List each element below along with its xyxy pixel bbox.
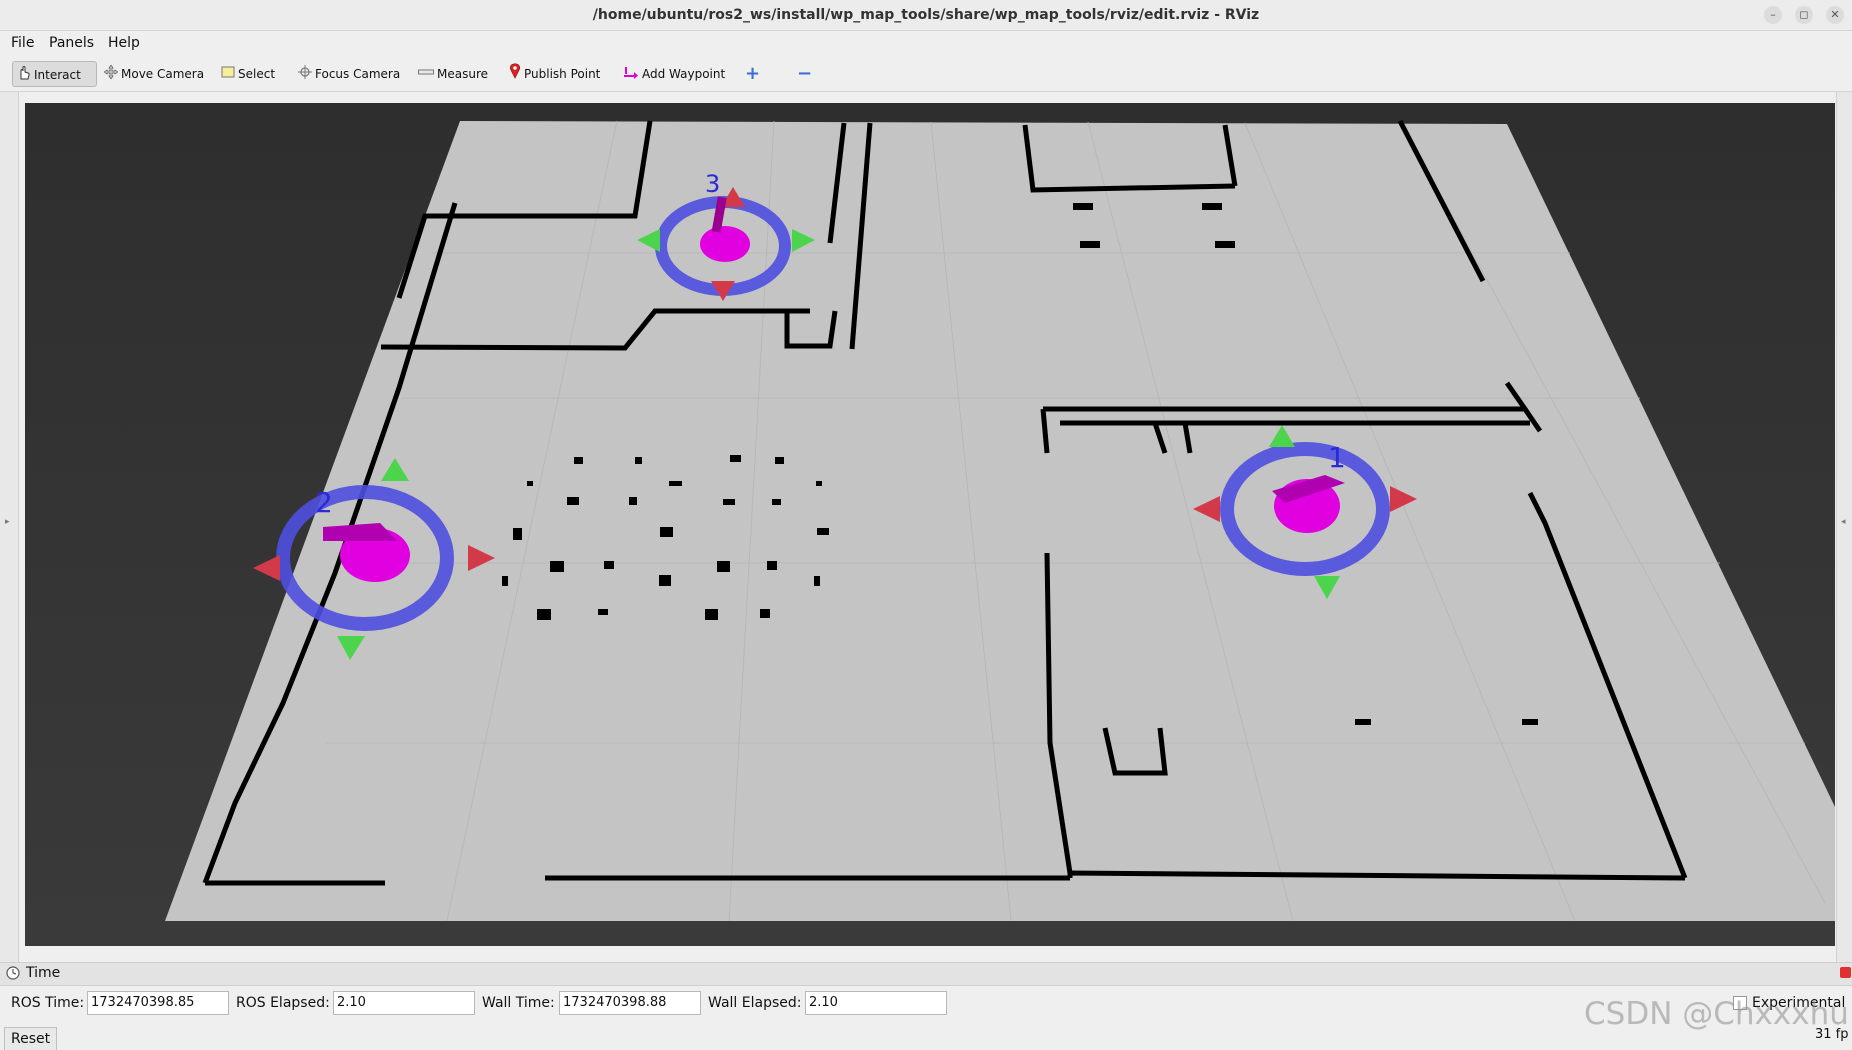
- waypoint-arrow-icon: [623, 62, 639, 88]
- select-box-icon: [221, 62, 235, 88]
- ros-elapsed-label: ROS Elapsed:: [236, 995, 330, 1011]
- waypoint-label-3: 3: [705, 170, 720, 198]
- publish-point-label: Publish Point: [524, 67, 601, 81]
- reset-button[interactable]: Reset: [4, 1027, 58, 1050]
- select-tool-button[interactable]: Select: [217, 61, 279, 87]
- expand-right-icon[interactable]: ◂: [1841, 517, 1846, 527]
- menu-help[interactable]: Help: [108, 35, 140, 51]
- clock-icon: [6, 966, 20, 984]
- measure-label: Measure: [437, 67, 488, 81]
- add-tool-button[interactable]: +: [741, 61, 764, 87]
- restore-button[interactable]: ◻: [1795, 6, 1813, 24]
- time-panel-title: Time: [26, 965, 61, 981]
- interact-tool-button[interactable]: Interact: [12, 61, 97, 87]
- add-waypoint-label: Add Waypoint: [642, 67, 726, 81]
- interact-label: Interact: [34, 68, 81, 82]
- wall-time-label: Wall Time:: [482, 995, 555, 1011]
- watermark-text: CSDN @Chxxxhu: [1584, 996, 1849, 1032]
- move-arrows-icon: [103, 62, 119, 88]
- move-camera-tool-button[interactable]: Move Camera: [100, 61, 208, 87]
- wall-elapsed-label: Wall Elapsed:: [708, 995, 802, 1011]
- crosshair-icon: [298, 62, 312, 88]
- menu-file[interactable]: File: [11, 35, 34, 51]
- remove-tool-button[interactable]: −: [793, 61, 816, 87]
- ros-time-label: ROS Time:: [11, 995, 85, 1011]
- close-button[interactable]: ✕: [1826, 6, 1844, 24]
- waypoint-label-2: 2: [315, 486, 333, 519]
- map-pin-icon: [509, 62, 521, 88]
- window-titlebar: /home/ubuntu/ros2_ws/install/wp_map_tool…: [0, 0, 1852, 31]
- focus-camera-label: Focus Camera: [315, 67, 401, 81]
- move-camera-label: Move Camera: [121, 67, 205, 81]
- waypoint-label-1: 1: [1328, 441, 1346, 474]
- measure-tool-button[interactable]: Measure: [414, 61, 492, 87]
- ruler-icon: [418, 62, 434, 88]
- wall-elapsed-field[interactable]: 2.10: [805, 991, 947, 1015]
- close-panel-icon[interactable]: [1840, 967, 1851, 978]
- tools-toolbar: Interact Move Camera Select Focus Camera…: [0, 57, 1852, 92]
- menu-bar: File Panels Help: [0, 31, 1852, 56]
- left-dock-collapsed[interactable]: ▸: [0, 92, 19, 962]
- expand-left-icon[interactable]: ▸: [5, 517, 10, 527]
- ros-time-field[interactable]: 1732470398.85: [87, 991, 229, 1015]
- window-title: /home/ubuntu/ros2_ws/install/wp_map_tool…: [592, 7, 1260, 23]
- select-label: Select: [238, 67, 276, 81]
- hand-pointer-icon: [17, 63, 31, 89]
- add-waypoint-tool-button[interactable]: Add Waypoint: [619, 61, 729, 87]
- minimize-button[interactable]: –: [1764, 6, 1782, 24]
- right-dock-collapsed[interactable]: ◂: [1836, 92, 1852, 962]
- map-render[interactable]: 3 2 1: [25, 103, 1835, 946]
- ros-elapsed-field[interactable]: 2.10: [333, 991, 475, 1015]
- focus-camera-tool-button[interactable]: Focus Camera: [294, 61, 404, 87]
- render-viewport[interactable]: 3 2 1: [25, 103, 1835, 946]
- wall-time-field[interactable]: 1732470398.88: [559, 991, 701, 1015]
- menu-panels[interactable]: Panels: [49, 35, 94, 51]
- time-panel-header: Time: [0, 962, 1852, 986]
- publish-point-tool-button[interactable]: Publish Point: [505, 61, 604, 87]
